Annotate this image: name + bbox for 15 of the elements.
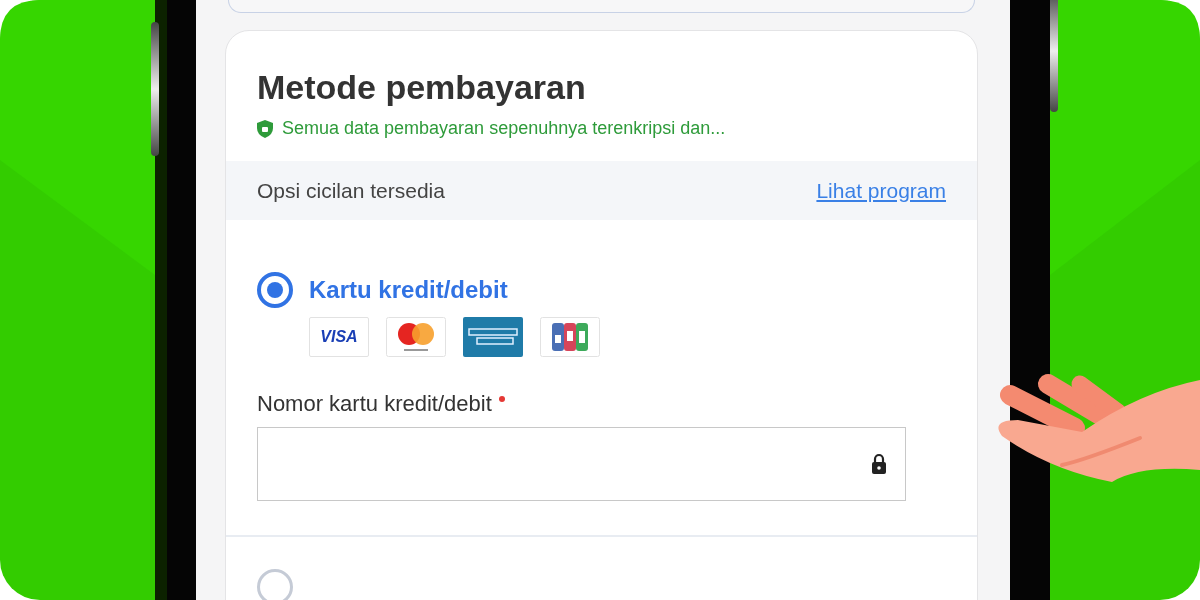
shield-icon [257,119,273,138]
section-title: Metode pembayaran [257,67,587,107]
radio-button[interactable] [257,568,293,600]
field-label: Nomor kartu kredit/debit [257,391,492,417]
option-label[interactable]: Kartu kredit/debit [309,276,508,304]
striped-logo-icon [540,317,600,357]
card-logo-icon [463,317,523,357]
visa-logo: VISA [309,317,369,357]
installment-text: Opsi cicilan tersedia [257,178,445,203]
circles-logo-icon [386,317,446,357]
security-note: Semua data pembayaran sepenuhnya terenkripsi dan... [282,118,726,139]
card-number-field[interactable] [257,427,906,501]
lock-icon [871,453,887,475]
radio-button[interactable] [257,272,293,308]
view-program-link[interactable]: Lihat program [816,178,946,203]
